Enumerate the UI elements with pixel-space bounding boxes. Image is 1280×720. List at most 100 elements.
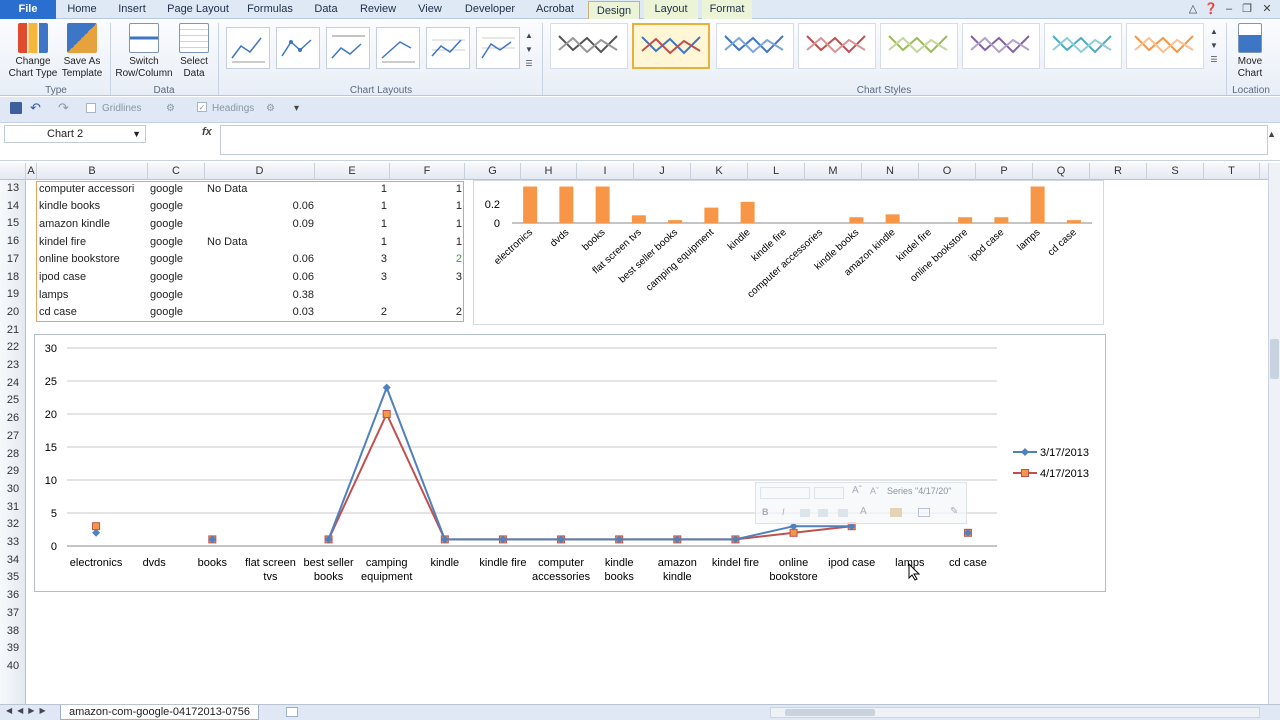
vertical-scrollbar[interactable]	[1268, 163, 1280, 704]
column-header[interactable]: L	[748, 163, 805, 180]
chart-layout-4[interactable]	[376, 27, 420, 69]
fill-color-icon[interactable]	[890, 508, 902, 517]
font-shrink-icon[interactable]: Aˇ	[870, 486, 879, 496]
column-header[interactable]: C	[148, 163, 205, 180]
font-name-dropdown[interactable]	[760, 487, 810, 499]
row-header[interactable]: 33	[0, 534, 26, 552]
layouts-scroll-icon[interactable]: ▲ ▼ ☰	[524, 29, 534, 71]
row-header[interactable]: 39	[0, 640, 26, 658]
bold-icon[interactable]: B	[762, 507, 769, 517]
tab-data[interactable]: Data	[306, 0, 346, 19]
mini-toolbar[interactable]: Aˆ Aˇ Series "4/17/20" B I A ✎	[755, 482, 967, 524]
align-center-icon[interactable]	[818, 509, 828, 517]
help-icon[interactable]: ❓	[1204, 2, 1218, 16]
column-header[interactable]: A	[26, 163, 37, 180]
column-header[interactable]: Q	[1033, 163, 1090, 180]
column-header[interactable]: R	[1090, 163, 1147, 180]
column-header[interactable]: J	[634, 163, 691, 180]
row-header[interactable]: 13	[0, 180, 26, 198]
tab-review[interactable]: Review	[354, 0, 402, 19]
insert-sheet-icon[interactable]	[286, 707, 298, 717]
styles-scroll-icon[interactable]: ▲ ▼ ☰	[1209, 25, 1219, 67]
row-header[interactable]: 28	[0, 446, 26, 464]
chart-layout-3[interactable]	[326, 27, 370, 69]
tab-format[interactable]: Format	[702, 0, 752, 19]
row-header[interactable]: 19	[0, 286, 26, 304]
chart-style-7[interactable]	[1044, 23, 1122, 69]
outline-color-icon[interactable]	[918, 508, 930, 517]
chart-layout-6[interactable]	[476, 27, 520, 69]
tab-acrobat[interactable]: Acrobat	[530, 0, 580, 19]
column-header[interactable]: P	[976, 163, 1033, 180]
row-header[interactable]: 26	[0, 410, 26, 428]
column-header[interactable]: F	[390, 163, 465, 180]
save-icon[interactable]	[10, 102, 22, 114]
font-grow-icon[interactable]: Aˆ	[852, 485, 862, 496]
chevron-down-icon[interactable]: ▼	[132, 126, 141, 142]
sheet-tab[interactable]: amazon-com-google-04172013-0756	[60, 705, 260, 720]
expand-formula-icon[interactable]: ▲	[1267, 129, 1276, 139]
italic-icon[interactable]: I	[782, 507, 785, 517]
customize-toolbar-icon[interactable]: ▾	[294, 103, 299, 114]
row-header[interactable]: 21	[0, 322, 26, 340]
row-header[interactable]: 24	[0, 375, 26, 393]
column-header[interactable]: K	[691, 163, 748, 180]
tab-layout[interactable]: Layout	[644, 0, 698, 19]
save-as-template-button[interactable]: Save As Template	[60, 23, 104, 80]
row-header[interactable]: 34	[0, 552, 26, 570]
switch-row-column-button[interactable]: Switch Row/Column	[114, 23, 174, 80]
row-header[interactable]: 29	[0, 463, 26, 481]
vertical-scroll-thumb[interactable]	[1270, 339, 1279, 379]
tab-page-layout[interactable]: Page Layout	[162, 0, 234, 19]
move-chart-button[interactable]: Move Chart	[1230, 23, 1270, 80]
format-painter-icon[interactable]: ✎	[950, 506, 958, 517]
row-header[interactable]: 18	[0, 269, 26, 287]
window-close-icon[interactable]: ✕	[1260, 2, 1274, 16]
tab-view[interactable]: View	[410, 0, 450, 19]
column-header[interactable]: B	[37, 163, 148, 180]
horizontal-scrollbar[interactable]	[770, 707, 1260, 718]
column-header[interactable]: I	[577, 163, 634, 180]
column-header[interactable]: T	[1204, 163, 1260, 180]
font-size-dropdown[interactable]	[814, 487, 844, 499]
formula-input[interactable]	[220, 125, 1268, 155]
window-restore-icon[interactable]: ❐	[1240, 2, 1254, 16]
align-right-icon[interactable]	[838, 509, 848, 517]
row-header[interactable]: 22	[0, 339, 26, 357]
column-header[interactable]: G	[465, 163, 521, 180]
bar-chart[interactable]: 0 0.2 electronics dvds books flat screen tvs b…	[473, 180, 1104, 325]
chart-style-6[interactable]	[962, 23, 1040, 69]
row-header[interactable]: 30	[0, 481, 26, 499]
minimize-ribbon-icon[interactable]: △	[1186, 2, 1200, 16]
row-header[interactable]: 14	[0, 198, 26, 216]
row-header[interactable]: 23	[0, 357, 26, 375]
row-header[interactable]: 36	[0, 587, 26, 605]
redo-icon[interactable]: ↷	[58, 100, 69, 116]
chart-style-2[interactable]	[632, 23, 710, 69]
column-header[interactable]: E	[315, 163, 390, 180]
change-chart-type-button[interactable]: Change Chart Type	[6, 23, 60, 80]
row-header[interactable]: 31	[0, 499, 26, 517]
tab-formulas[interactable]: Formulas	[242, 0, 298, 19]
row-header[interactable]: 25	[0, 392, 26, 410]
column-header[interactable]: O	[919, 163, 976, 180]
select-all-corner[interactable]	[0, 163, 26, 180]
chart-layout-2[interactable]	[276, 27, 320, 69]
row-header[interactable]: 40	[0, 658, 26, 676]
row-header[interactable]: 37	[0, 605, 26, 623]
chart-style-4[interactable]	[798, 23, 876, 69]
tab-design[interactable]: Design	[588, 1, 640, 20]
column-header[interactable]: H	[521, 163, 577, 180]
gridlines-checkbox[interactable]	[86, 103, 96, 113]
tab-file[interactable]: File	[0, 0, 56, 19]
row-header[interactable]: 38	[0, 623, 26, 641]
chart-layout-1[interactable]	[226, 27, 270, 69]
row-header[interactable]: 20	[0, 304, 26, 322]
column-header[interactable]: N	[862, 163, 919, 180]
row-header[interactable]: 35	[0, 569, 26, 587]
name-box[interactable]: Chart 2 ▼	[4, 125, 146, 143]
column-header[interactable]: S	[1147, 163, 1204, 180]
align-left-icon[interactable]	[800, 509, 810, 517]
select-data-button[interactable]: Select Data	[176, 23, 212, 80]
chart-style-3[interactable]	[716, 23, 794, 69]
